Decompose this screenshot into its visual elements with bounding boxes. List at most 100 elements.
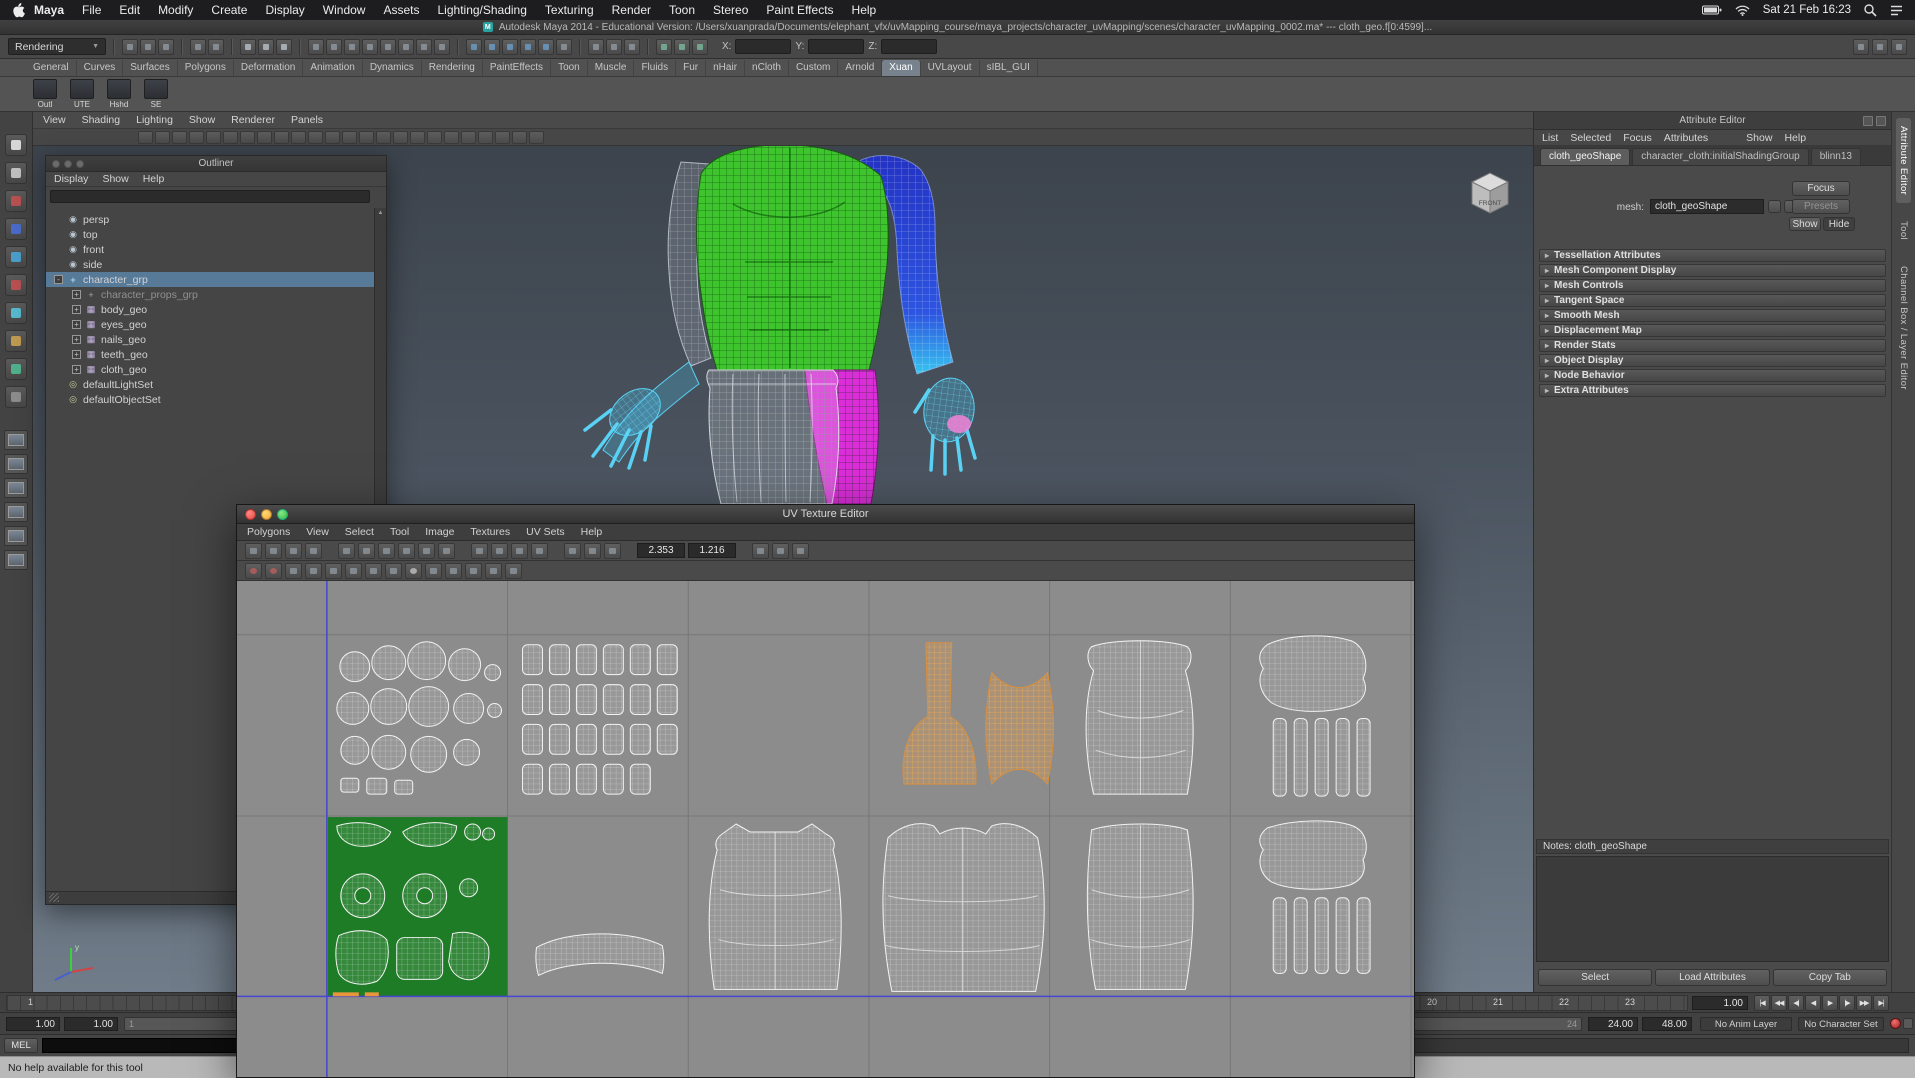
shelf-tab[interactable]: UVLayout	[921, 60, 980, 76]
macos-menu-item[interactable]: Create	[202, 3, 256, 17]
shelf-tab[interactable]: sIBL_GUI	[980, 60, 1038, 76]
lasso-select-tool-icon[interactable]	[5, 162, 27, 184]
macos-menu-item[interactable]: Help	[843, 3, 886, 17]
rotate-uv-ccw-icon[interactable]	[285, 542, 302, 559]
step-forward-frame-icon[interactable]: ▶▶	[1856, 995, 1872, 1011]
shelf-button[interactable]: UTE	[67, 79, 97, 111]
outliner-item[interactable]: character_props_grp	[46, 287, 374, 302]
attribute-editor-header[interactable]: Attribute Editor	[1534, 112, 1891, 130]
align-min-u-icon[interactable]	[471, 542, 488, 559]
character-set-dropdown[interactable]: No Character Set	[1798, 1017, 1884, 1031]
open-scene-icon[interactable]	[140, 38, 156, 55]
collapsible-section-header[interactable]: Mesh Component Display	[1539, 264, 1886, 277]
cut-uv-edges-icon[interactable]	[338, 542, 355, 559]
collapsible-section-header[interactable]: Mesh Controls	[1539, 279, 1886, 292]
footer-button[interactable]: Select	[1538, 969, 1653, 986]
panel-menu-icon[interactable]	[1876, 116, 1886, 126]
textured-mode-icon[interactable]	[410, 130, 425, 144]
two-panes-stacked-icon[interactable]	[4, 478, 28, 498]
axis-input[interactable]	[808, 39, 865, 54]
uv-u-coordinate-field[interactable]	[637, 543, 685, 558]
depth-of-field-icon[interactable]	[512, 130, 527, 144]
shelf-tab[interactable]: nHair	[706, 60, 746, 76]
uv-menu-item[interactable]: Tool	[390, 526, 409, 538]
sidebar-vertical-tab[interactable]: Channel Box / Layer Editor	[1896, 258, 1911, 398]
sidebar-vertical-tab[interactable]: Attribute Editor	[1896, 118, 1911, 204]
snap-to-grid-icon[interactable]	[466, 38, 482, 55]
output-connections-icon[interactable]	[606, 38, 622, 55]
layout-uvs-icon[interactable]	[418, 542, 435, 559]
shelf-tab[interactable]: Xuan	[882, 60, 921, 76]
expand-toggle-icon[interactable]	[72, 350, 81, 359]
expand-toggle-icon[interactable]	[54, 275, 63, 284]
collapsible-section-header[interactable]: Displacement Map	[1539, 324, 1886, 337]
show-channel-box-icon[interactable]	[1891, 38, 1907, 55]
animation-start-field[interactable]	[6, 1017, 60, 1031]
select-by-hierarchy-icon[interactable]	[240, 38, 256, 55]
axis-input[interactable]	[735, 39, 792, 54]
mesh-name-field[interactable]	[1650, 199, 1764, 214]
attribute-editor-menu-item[interactable]: Help	[1784, 132, 1806, 144]
show-manipulator-icon[interactable]	[5, 358, 27, 380]
outliner-item[interactable]: nails_geo	[46, 332, 374, 347]
flip-v-icon[interactable]	[265, 542, 282, 559]
pin-panel-icon[interactable]	[1863, 116, 1873, 126]
select-surfaces-icon[interactable]	[362, 38, 378, 55]
select-handles-icon[interactable]	[308, 38, 324, 55]
bookmark-view-icon[interactable]	[189, 130, 204, 144]
snap-to-point-icon[interactable]	[502, 38, 518, 55]
window-control-dots[interactable]	[52, 160, 84, 168]
multisample-aa-icon[interactable]	[495, 130, 510, 144]
step-forward-key-icon[interactable]: |▶	[1839, 995, 1855, 1011]
select-rendering-icon[interactable]	[416, 38, 432, 55]
collapsible-section-header[interactable]: Object Display	[1539, 354, 1886, 367]
move-tool-icon[interactable]	[5, 218, 27, 240]
outliner-menu-item[interactable]: Help	[143, 173, 165, 185]
uv-v-coordinate-field[interactable]	[688, 543, 736, 558]
playback-start-field[interactable]	[64, 1017, 118, 1031]
gate-mask-icon[interactable]	[308, 130, 323, 144]
grid-toggle-icon[interactable]	[257, 130, 272, 144]
safe-action-icon[interactable]	[342, 130, 357, 144]
soft-modification-icon[interactable]	[5, 330, 27, 352]
select-dynamics-icon[interactable]	[398, 38, 414, 55]
macos-menu-item[interactable]: Display	[256, 3, 313, 17]
select-camera-icon[interactable]	[138, 130, 153, 144]
torso-green[interactable]	[696, 143, 889, 371]
isolate-select-icon[interactable]	[529, 130, 544, 144]
select-by-component-icon[interactable]	[276, 38, 292, 55]
select-joints-icon[interactable]	[326, 38, 342, 55]
undo-icon[interactable]	[190, 38, 206, 55]
shelf-tab[interactable]: nCloth	[745, 60, 789, 76]
shelf-tab[interactable]: Rendering	[422, 60, 483, 76]
input-connections-icon[interactable]	[588, 38, 604, 55]
scroll-up-icon[interactable]: ▲	[378, 208, 384, 218]
flip-u-icon[interactable]	[245, 542, 262, 559]
shelf-tab[interactable]: Surfaces	[123, 60, 178, 76]
grease-pencil-icon[interactable]	[240, 130, 255, 144]
snap-to-curve-icon[interactable]	[484, 38, 500, 55]
copy-uvs-icon[interactable]	[285, 562, 302, 579]
macos-menu-item[interactable]: Maya	[25, 3, 73, 17]
panel-menu-item[interactable]: Panels	[291, 114, 323, 126]
macos-menu-item[interactable]: Lighting/Shading	[429, 3, 536, 17]
play-forward-icon[interactable]: ▶	[1822, 995, 1838, 1011]
paste-u-only-icon[interactable]	[325, 562, 342, 579]
macos-menu-item[interactable]: Edit	[110, 3, 149, 17]
shaded-mode-icon[interactable]	[393, 130, 408, 144]
attribute-editor-menu-item[interactable]: List	[1542, 132, 1558, 144]
expand-toggle-icon[interactable]	[72, 320, 81, 329]
outliner-item[interactable]: persp	[46, 212, 374, 227]
snap-to-view-plane-icon[interactable]	[538, 38, 554, 55]
macos-menu-item[interactable]: Window	[314, 3, 375, 17]
shelf-button[interactable]: SE	[141, 79, 171, 111]
hide-button[interactable]: Hide	[1823, 217, 1855, 231]
attribute-editor-menu-item[interactable]: Attributes	[1664, 132, 1708, 144]
menu-set-dropdown[interactable]: Rendering ▼	[8, 38, 106, 55]
node-tab[interactable]: blinn13	[1810, 148, 1861, 165]
collapsible-section-header[interactable]: Render Stats	[1539, 339, 1886, 352]
sew-uv-edges-icon[interactable]	[378, 542, 395, 559]
node-tab[interactable]: cloth_geoShape	[1540, 148, 1631, 165]
camera-attributes-icon[interactable]	[172, 130, 187, 144]
auto-keyframe-icon[interactable]	[1890, 1018, 1901, 1029]
